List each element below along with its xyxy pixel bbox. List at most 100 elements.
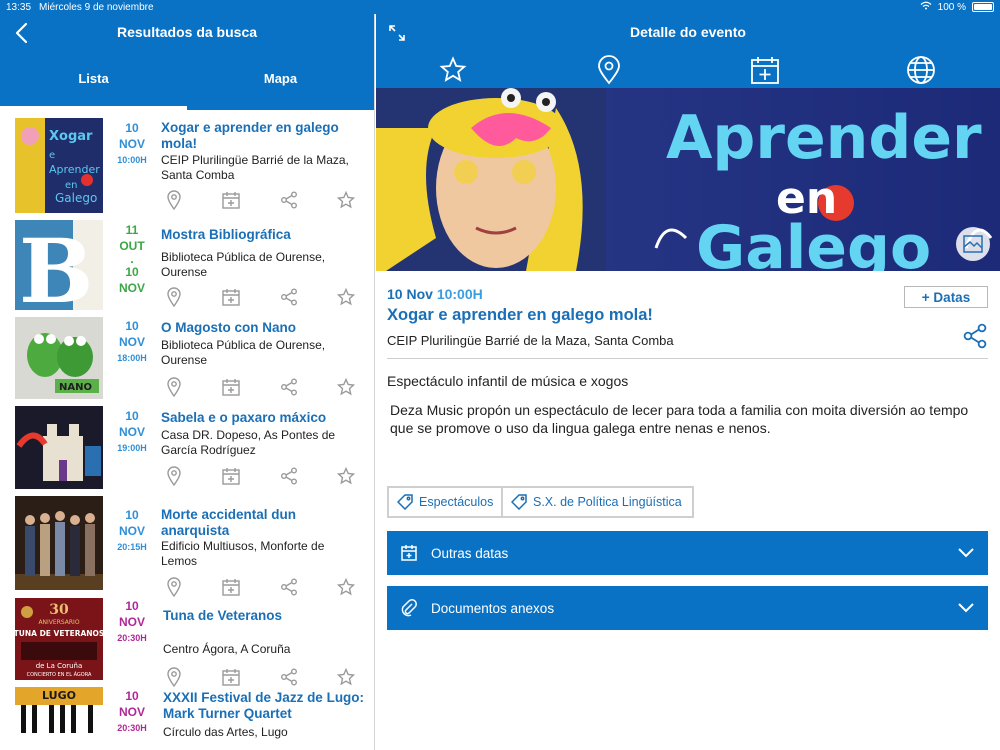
location-pin-icon[interactable] xyxy=(160,376,188,398)
globe-icon[interactable] xyxy=(904,54,938,86)
tag-icon xyxy=(397,494,413,510)
add-calendar-icon[interactable] xyxy=(217,376,245,398)
results-header: Resultados da busca Lista Mapa xyxy=(0,0,374,110)
tag-politica-linguistica[interactable]: S.X. de Política Lingüística xyxy=(501,486,694,518)
event-place: Biblioteca Pública de Ourense, Ourense xyxy=(161,250,326,279)
event-time: 20:30H xyxy=(117,633,147,643)
svg-text:e: e xyxy=(49,150,55,161)
status-date: Miércoles 9 de noviembre xyxy=(39,1,154,13)
favorite-star-icon[interactable] xyxy=(332,376,360,398)
tag-label: Espectáculos xyxy=(419,495,494,509)
add-calendar-icon[interactable] xyxy=(217,189,245,211)
event-month-end: NOV xyxy=(118,281,145,295)
event-title[interactable]: Mostra Bibliográfica xyxy=(161,227,366,243)
favorite-star-icon[interactable] xyxy=(436,54,470,86)
section-label: Outras datas xyxy=(431,545,509,561)
event-day: 10 xyxy=(125,689,139,703)
list-item[interactable]: 30 ANIVERSARIO TUNA DE VETERANOS de La C… xyxy=(0,590,374,687)
tab-mapa[interactable]: Mapa xyxy=(187,60,374,110)
list-item[interactable]: LUGO 10 NOV 20:30H XXXII Festival de Jaz… xyxy=(0,685,374,750)
event-title[interactable]: O Magosto con Nano xyxy=(161,320,366,336)
svg-text:Aprender: Aprender xyxy=(49,163,100,176)
event-description: Deza Music propón un espectáculo de lece… xyxy=(390,402,969,436)
event-thumbnail: B xyxy=(15,220,103,310)
thumbnail-line2: TUNA DE VETERANOS xyxy=(15,629,103,638)
event-subtitle: Espectáculo infantil de música e xogos xyxy=(387,373,629,389)
thumbnail-label: NANO xyxy=(59,382,92,393)
divider xyxy=(387,358,988,359)
event-day: 10 xyxy=(125,508,139,522)
location-pin-icon[interactable] xyxy=(160,465,188,487)
event-time: 20:30H xyxy=(117,723,147,733)
results-list: Xogar e Aprender en Galego 10 NOV 10:00H… xyxy=(0,110,374,750)
view-tabs: Lista Mapa xyxy=(0,60,374,110)
tag-label: S.X. de Política Lingüística xyxy=(533,495,682,509)
location-pin-icon[interactable] xyxy=(160,286,188,308)
share-icon[interactable] xyxy=(275,465,303,487)
section-attachments[interactable]: Documentos anexos xyxy=(387,586,988,630)
tag-espectaculos[interactable]: Espectáculos xyxy=(387,486,506,518)
event-month: NOV xyxy=(118,137,145,151)
event-title[interactable]: Tuna de Veteranos xyxy=(163,608,368,624)
event-day: 10 xyxy=(125,599,139,613)
event-month: NOV xyxy=(118,335,145,349)
thumbnail-letter: B xyxy=(19,220,93,310)
thumbnail-line1: ANIVERSARIO xyxy=(38,619,79,626)
share-icon[interactable] xyxy=(275,286,303,308)
list-item[interactable]: B 11 OUT . 10 NOV Mostra Bibliográfica B… xyxy=(0,212,374,310)
add-calendar-icon[interactable] xyxy=(217,465,245,487)
location-pin-icon[interactable] xyxy=(592,54,626,86)
share-icon[interactable] xyxy=(962,323,988,354)
gallery-icon[interactable] xyxy=(956,227,990,261)
event-title[interactable]: Sabela e o paxaro máxico xyxy=(161,410,366,426)
event-date-time: 10:00H xyxy=(436,286,483,302)
event-day: 10 xyxy=(125,409,139,423)
favorite-star-icon[interactable] xyxy=(332,286,360,308)
share-icon[interactable] xyxy=(275,189,303,211)
event-thumbnail: 30 ANIVERSARIO TUNA DE VETERANOS de La C… xyxy=(15,598,103,680)
list-item[interactable]: Xogar e Aprender en Galego 10 NOV 10:00H… xyxy=(0,110,374,213)
event-thumbnail xyxy=(15,496,103,590)
event-title[interactable]: Morte accidental dun anarquista xyxy=(161,507,301,539)
thumbnail-line3: de La Coruña xyxy=(36,662,83,670)
battery-level: 100 % xyxy=(937,1,966,13)
results-title: Resultados da busca xyxy=(116,24,258,40)
add-calendar-icon[interactable] xyxy=(748,54,782,86)
paperclip-icon xyxy=(397,596,421,620)
event-title[interactable]: Xogar e aprender en galego mola! xyxy=(161,120,366,152)
event-date: 10 Nov 10:00H xyxy=(387,286,483,302)
event-detail-pane: Detalle do evento Aprender en Galego 10 … xyxy=(376,0,1000,750)
tab-lista[interactable]: Lista xyxy=(0,60,187,110)
event-day: 10 xyxy=(125,121,139,135)
favorite-star-icon[interactable] xyxy=(332,189,360,211)
event-thumbnail: Xogar e Aprender en Galego xyxy=(15,118,103,213)
event-place: Edificio Multiusos, Monforte de Lemos xyxy=(161,539,325,568)
event-time: 19:00H xyxy=(117,443,147,453)
svg-text:en: en xyxy=(65,180,78,191)
event-place: Centro Ágora, A Coruña xyxy=(163,642,291,656)
status-bar: 13:35 Miércoles 9 de noviembre 100 % xyxy=(0,0,1000,14)
event-thumbnail: LUGO xyxy=(15,687,103,750)
event-place: CEIP Plurilingüe Barrié de la Maza, Sant… xyxy=(387,333,674,348)
list-item[interactable]: 10 NOV 19:00H Sabela e o paxaro máxico C… xyxy=(0,400,374,490)
hero-text-line3: Galego xyxy=(696,213,931,271)
event-time: 20:15H xyxy=(117,542,147,552)
add-calendar-icon[interactable] xyxy=(217,286,245,308)
event-title[interactable]: XXXII Festival de Jazz de Lugo: Mark Tur… xyxy=(163,690,368,722)
location-pin-icon[interactable] xyxy=(160,189,188,211)
event-day-end: 10 xyxy=(125,265,139,279)
share-icon[interactable] xyxy=(275,376,303,398)
detail-title: Detalle do evento xyxy=(630,24,746,40)
status-time: 13:35 xyxy=(6,1,32,13)
favorite-star-icon[interactable] xyxy=(332,465,360,487)
thumbnail-line4: CONCIERTO EN EL ÁGORA xyxy=(27,671,92,678)
list-item[interactable]: NANO 10 NOV 18:00H O Magosto con Nano Bi… xyxy=(0,310,374,400)
event-place: Casa DR. Dopeso, As Pontes de García Rod… xyxy=(161,428,336,457)
more-dates-button[interactable]: + Datas xyxy=(904,286,988,308)
event-time: 10:00H xyxy=(117,155,147,165)
tag-icon xyxy=(511,494,527,510)
event-month: NOV xyxy=(118,425,145,439)
list-item[interactable]: 10 NOV 20:15H Morte accidental dun anarq… xyxy=(0,490,374,597)
chevron-down-icon xyxy=(958,601,974,616)
section-other-dates[interactable]: Outras datas xyxy=(387,531,988,575)
